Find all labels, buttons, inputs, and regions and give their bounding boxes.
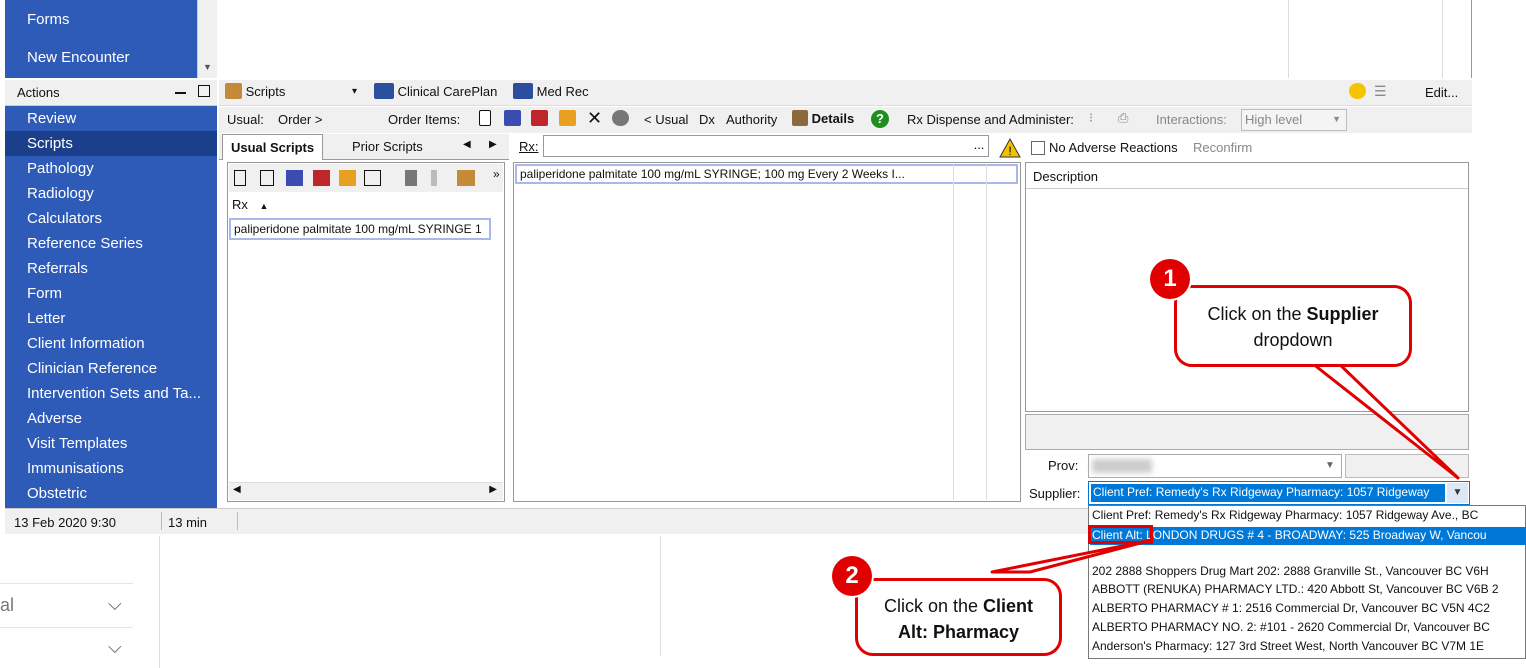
highlight-box bbox=[1088, 525, 1153, 544]
callout-client-alt: Click on the Client Alt: Pharmacy bbox=[855, 578, 1062, 656]
step-badge-1: 1 bbox=[1150, 259, 1190, 299]
step-badge-2: 2 bbox=[832, 556, 872, 596]
callout-supplier: Click on the Supplier dropdown bbox=[1174, 285, 1412, 367]
